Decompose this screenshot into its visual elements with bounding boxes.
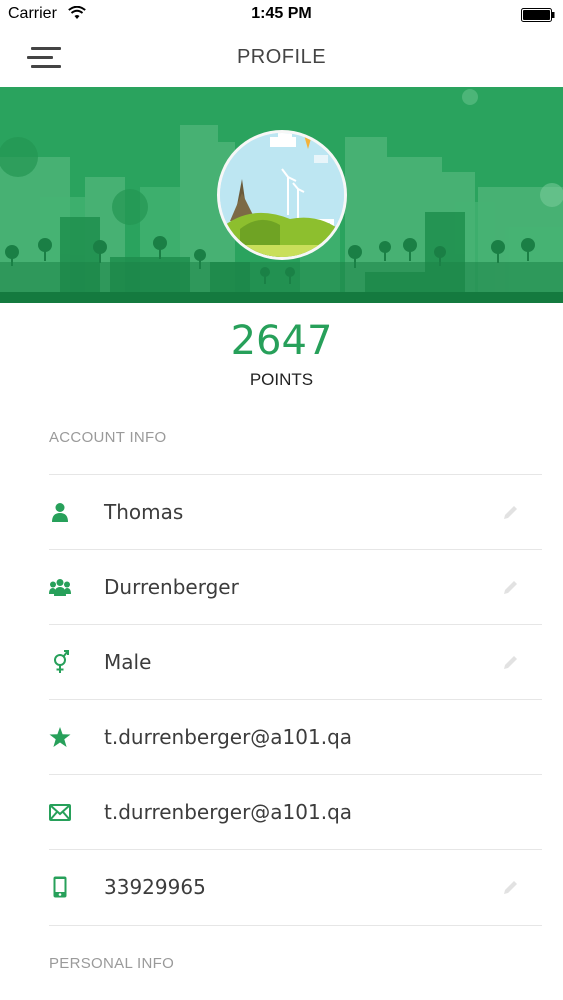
envelope-icon xyxy=(49,800,71,824)
group-icon xyxy=(49,575,71,599)
email-row: t.durrenberger@a101.qa xyxy=(49,774,542,850)
profile-avatar[interactable] xyxy=(217,130,347,260)
first-name-value: Thomas xyxy=(104,500,184,524)
username-row: t.durrenberger@a101.qa xyxy=(49,699,542,775)
star-icon xyxy=(49,725,71,749)
personal-info-header: PERSONAL INFO xyxy=(49,955,175,972)
phone-value: 33929965 xyxy=(104,875,206,899)
battery-icon xyxy=(521,8,555,22)
gender-value: Male xyxy=(104,650,152,674)
points-value: 2647 xyxy=(230,318,333,364)
avatar-illustration xyxy=(220,133,344,257)
pencil-icon[interactable] xyxy=(502,503,520,521)
gender-row[interactable]: Male xyxy=(49,624,542,700)
email-value: t.durrenberger@a101.qa xyxy=(104,800,353,824)
navigation-bar: PROFILE xyxy=(0,30,563,86)
last-name-value: Durrenberger xyxy=(104,575,239,599)
pencil-icon[interactable] xyxy=(502,878,520,896)
status-bar: Carrier 1:45 PM xyxy=(0,0,563,30)
last-name-row[interactable]: Durrenberger xyxy=(49,549,542,625)
mobile-phone-icon xyxy=(49,875,71,899)
username-value: t.durrenberger@a101.qa xyxy=(104,725,353,749)
pencil-icon[interactable] xyxy=(502,653,520,671)
pencil-icon[interactable] xyxy=(502,578,520,596)
account-info-header: ACCOUNT INFO xyxy=(49,429,167,446)
phone-row[interactable]: 33929965 xyxy=(49,849,542,926)
page-title: PROFILE xyxy=(236,46,327,68)
clock: 1:45 PM xyxy=(251,5,312,22)
gender-icon xyxy=(49,650,71,674)
points-label: POINTS xyxy=(249,370,314,389)
person-icon xyxy=(49,500,71,524)
first-name-row[interactable]: Thomas xyxy=(49,474,542,550)
